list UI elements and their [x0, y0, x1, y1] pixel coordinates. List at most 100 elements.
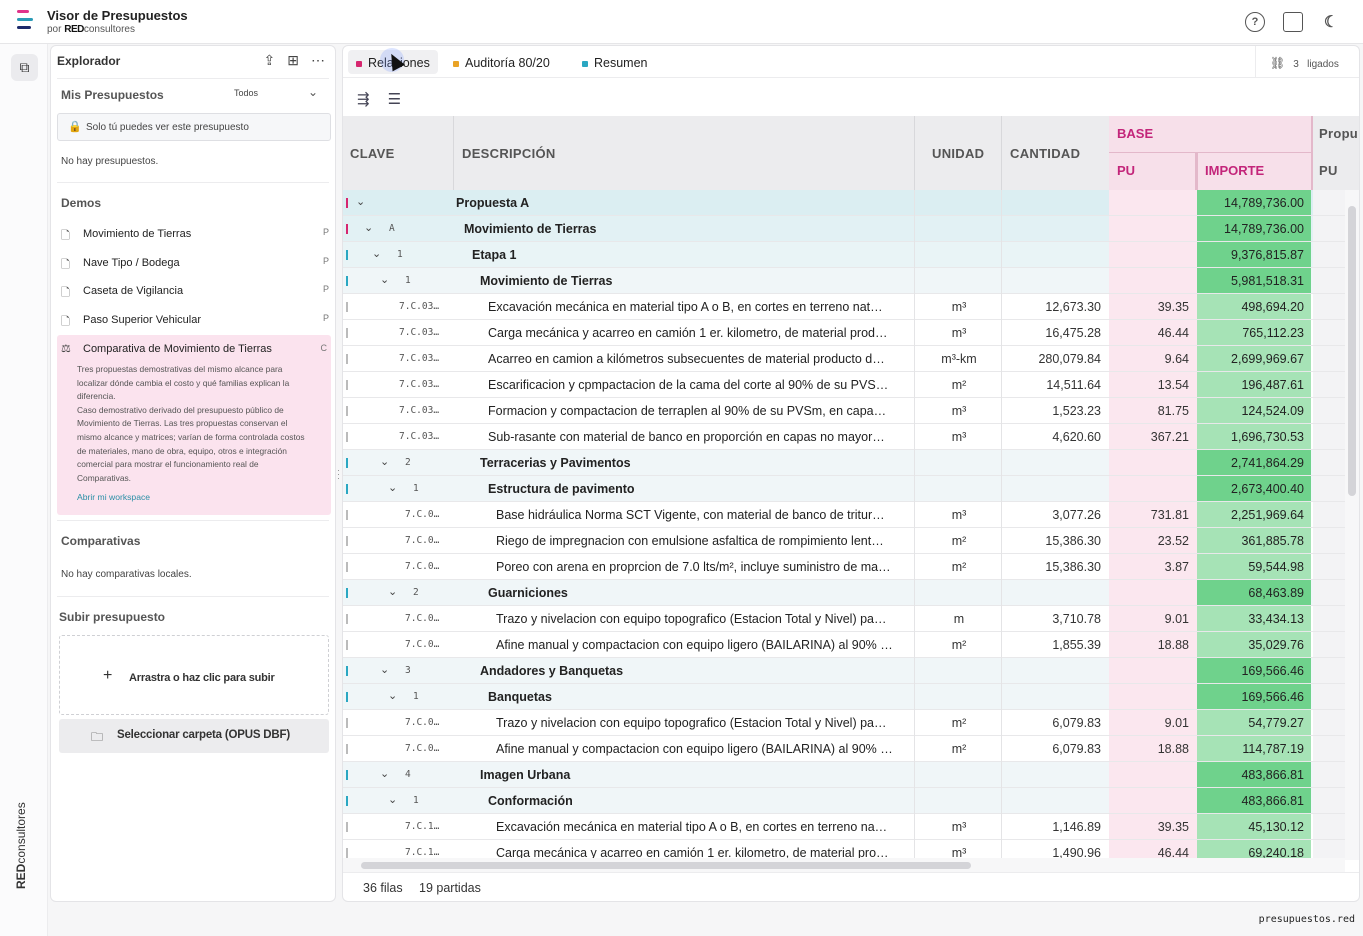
row-next-cell	[1313, 294, 1345, 319]
table-row[interactable]: 7.C.1… Excavación mecánica en material ti…	[343, 814, 1345, 840]
chevron-down-icon[interactable]: ⌄	[308, 85, 318, 99]
group-row[interactable]: ⌄ 3 Andadores y Banquetas 169,566.46	[343, 658, 1345, 684]
expand-chevron-icon[interactable]: ⌄	[380, 455, 389, 468]
group-row[interactable]: ⌄ A Movimiento de Tierras 14,789,736.00	[343, 216, 1345, 242]
expand-chevron-icon[interactable]: ⌄	[356, 195, 365, 208]
group-row[interactable]: ⌄ 1 Movimiento de Tierras 5,981,518.31	[343, 268, 1345, 294]
tab-resumen[interactable]: Resumen	[574, 50, 656, 74]
moon-icon[interactable]: ☾	[1321, 12, 1341, 32]
row-importe: 124,524.09	[1241, 404, 1304, 418]
row-importe: 2,699,969.67	[1231, 352, 1304, 366]
expand-chevron-icon[interactable]: ⌄	[388, 793, 397, 806]
group-row[interactable]: ⌄ 1 Estructura de pavimento 2,673,400.40	[343, 476, 1345, 502]
table-row[interactable]: 7.C.0… Trazo y nivelacion con equipo topo…	[343, 606, 1345, 632]
row-unit: m³	[951, 508, 967, 522]
row-importe-cell: 54,779.27	[1197, 710, 1311, 735]
expand-chevron-icon[interactable]: ⌄	[388, 481, 397, 494]
col-base-importe[interactable]: IMPORTE	[1205, 163, 1264, 178]
row-importe: 45,130.12	[1248, 820, 1304, 834]
table-row[interactable]: 7.C.03… Sub-rasante con material de banco…	[343, 424, 1345, 450]
expand-chevron-icon[interactable]: ⌄	[380, 767, 389, 780]
table-row[interactable]: 7.C.03… Formacion y compactacion de terra…	[343, 398, 1345, 424]
copy-icon[interactable]: ⧉	[11, 54, 38, 81]
demo-item[interactable]: 🗋 Caseta de Vigilancia P	[57, 281, 331, 305]
table-row[interactable]: 7.C.0… Afine manual y compactacion con eq…	[343, 736, 1345, 762]
row-pu-cell	[1109, 658, 1197, 683]
lock-icon: 🔒	[68, 121, 82, 133]
group-row[interactable]: ⌄ 1 Banquetas 169,566.46	[343, 684, 1345, 710]
table-row[interactable]: 7.C.03… Excavación mecánica en material t…	[343, 294, 1345, 320]
upload-icon[interactable]: ⇪	[264, 52, 276, 69]
col-base-pu[interactable]: PU	[1117, 163, 1135, 178]
table-row[interactable]: 7.C.03… Acarreo en camion a kilómetros su…	[343, 346, 1345, 372]
vertical-scrollbar[interactable]	[1345, 190, 1359, 860]
col-clave[interactable]: CLAVE	[350, 146, 395, 161]
group-row[interactable]: ⌄ Propuesta A 14,789,736.00	[343, 190, 1345, 216]
row-code: 4	[405, 769, 411, 780]
tab-auditoria[interactable]: Auditoría 80/20	[445, 50, 558, 74]
row-importe: 14,789,736.00	[1224, 222, 1304, 236]
group-row[interactable]: ⌄ 2 Terracerias y Pavimentos 2,741,864.29	[343, 450, 1345, 476]
row-marker	[346, 614, 348, 624]
row-marker	[346, 822, 348, 832]
select-folder-button[interactable]: 🗀 Seleccionar carpeta (OPUS DBF)	[59, 719, 329, 753]
row-importe-cell: 2,251,969.64	[1197, 502, 1311, 527]
expand-chevron-icon[interactable]: ⌄	[388, 689, 397, 702]
group-row[interactable]: ⌄ 1 Etapa 1 9,376,815.87	[343, 242, 1345, 268]
table-row[interactable]: 7.C.03… Carga mecánica y acarreo en camió…	[343, 320, 1345, 346]
row-code: 2	[405, 457, 411, 468]
expand-chevron-icon[interactable]: ⌄	[388, 585, 397, 598]
col-descripcion[interactable]: DESCRIPCIÓN	[462, 146, 556, 161]
row-importe-cell: 483,866.81	[1197, 762, 1311, 787]
table-row[interactable]: 7.C.0… Riego de impregnacion con emulsion…	[343, 528, 1345, 554]
table-row[interactable]: 7.C.1… Carga mecánica y acarreo en camión…	[343, 840, 1345, 860]
wrap-text-icon[interactable]: ⇶	[357, 90, 370, 108]
row-importe: 5,981,518.31	[1231, 274, 1304, 288]
filter-select[interactable]: Todos	[234, 88, 258, 98]
col-next-pu[interactable]: PU	[1319, 163, 1338, 178]
row-description: Base hidráulica Norma SCT Vigente, con m…	[496, 508, 885, 522]
expand-chevron-icon[interactable]: ⌄	[372, 247, 381, 260]
row-next-cell	[1313, 476, 1345, 501]
demo-item-label: Caseta de Vigilancia	[83, 285, 184, 298]
demo-item-comparativa[interactable]: ⚖ Comparativa de Movimiento de Tierras C…	[57, 335, 331, 515]
table-row[interactable]: 7.C.0… Poreo con arena en proprcion de 7.…	[343, 554, 1345, 580]
open-workspace-link[interactable]: Abrir mi workspace	[77, 492, 150, 502]
group-row[interactable]: ⌄ 4 Imagen Urbana 483,866.81	[343, 762, 1345, 788]
row-quantity: 15,386.30	[1045, 560, 1101, 574]
table-row[interactable]: 7.C.0… Base hidráulica Norma SCT Vigente,…	[343, 502, 1345, 528]
demo-item-label: Comparativa de Movimiento de Tierras	[83, 343, 272, 355]
horizontal-scrollbar[interactable]	[343, 858, 1345, 872]
resize-handle[interactable]: · · ·	[337, 466, 340, 483]
group-row[interactable]: ⌄ 1 Conformación 483,866.81	[343, 788, 1345, 814]
expand-chevron-icon[interactable]: ⌄	[380, 273, 389, 286]
help-icon[interactable]: ?	[1245, 12, 1265, 32]
document-icon: 🗋	[61, 287, 70, 300]
more-icon[interactable]: ⋯	[311, 52, 325, 69]
table-row[interactable]: 7.C.03… Escarificacion y cpmpactacion de …	[343, 372, 1345, 398]
demo-item-label: Nave Tipo / Bodega	[83, 256, 180, 269]
filter-icon[interactable]: ☰	[388, 90, 401, 108]
row-marker	[346, 484, 348, 494]
col-cantidad[interactable]: CANTIDAD	[1010, 146, 1080, 161]
demo-item[interactable]: 🗋 Movimiento de Tierras P	[57, 224, 331, 248]
chat-icon[interactable]	[1283, 12, 1303, 32]
row-pu: 18.88	[1157, 742, 1189, 756]
linked-indicator[interactable]: ⛓ 3 ligados	[1255, 46, 1359, 78]
col-unidad[interactable]: UNIDAD	[932, 146, 984, 161]
upload-dropzone[interactable]: + Arrastra o haz clic para subir	[59, 635, 329, 715]
expand-chevron-icon[interactable]: ⌄	[364, 221, 373, 234]
table-row[interactable]: 7.C.0… Afine manual y compactacion con eq…	[343, 632, 1345, 658]
row-description: Formacion y compactacion de terraplen al…	[488, 404, 887, 418]
row-unit: m³	[951, 300, 967, 314]
view-tabs: Relaciones Auditoría 80/20 Resumen ⛓ 3 li…	[343, 46, 1359, 78]
demo-item[interactable]: 🗋 Nave Tipo / Bodega P	[57, 253, 331, 277]
group-row[interactable]: ⌄ 2 Guarniciones 68,463.89	[343, 580, 1345, 606]
demo-item[interactable]: 🗋 Paso Superior Vehicular P	[57, 310, 331, 334]
comparativas-title: Comparativas	[61, 534, 141, 548]
expand-chevron-icon[interactable]: ⌄	[380, 663, 389, 676]
table-row[interactable]: 7.C.0… Trazo y nivelacion con equipo topo…	[343, 710, 1345, 736]
new-folder-icon[interactable]: ⊞	[287, 52, 299, 69]
row-marker	[346, 406, 348, 416]
row-pu: 39.35	[1157, 300, 1189, 314]
